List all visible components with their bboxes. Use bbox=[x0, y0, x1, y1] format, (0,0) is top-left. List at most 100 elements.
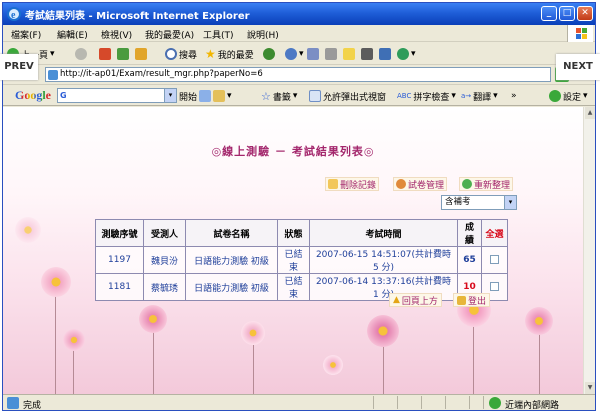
select-all-link[interactable]: 全選 bbox=[481, 219, 508, 247]
research-icon bbox=[397, 48, 409, 60]
media-button[interactable] bbox=[263, 46, 275, 62]
messenger-button[interactable] bbox=[379, 46, 391, 62]
table-row: 1197 魏貝汾 日語能力測驗 初級 已結束 2007-06-15 14:51:… bbox=[95, 246, 508, 274]
google-settings-button[interactable]: 設定 ▾ bbox=[549, 88, 588, 104]
menu-favorites[interactable]: 我的最愛(A) bbox=[145, 28, 194, 41]
delete-records-button[interactable]: 刪除記錄 bbox=[325, 177, 380, 191]
reorganize-button[interactable]: 重新整理 bbox=[459, 177, 514, 191]
mail-button[interactable] bbox=[307, 46, 319, 62]
scroll-up-icon[interactable]: ▲ bbox=[585, 107, 595, 119]
status-text: 完成 bbox=[23, 401, 42, 411]
spellcheck-icon: ABC bbox=[397, 92, 412, 100]
ie-logo-icon: e bbox=[7, 7, 21, 21]
page-icon bbox=[48, 70, 58, 80]
flower-decoration bbox=[323, 355, 343, 375]
logout-button[interactable]: 登出 bbox=[453, 293, 491, 307]
row-checkbox[interactable] bbox=[490, 255, 499, 264]
page-done-icon bbox=[7, 397, 19, 409]
scroll-down-icon[interactable]: ▼ bbox=[585, 382, 595, 394]
chevron-down-icon: ▾ bbox=[493, 91, 498, 101]
col-header-time: 考試時間 bbox=[309, 219, 458, 247]
flower-decoration bbox=[41, 267, 71, 297]
refresh-button[interactable] bbox=[117, 46, 129, 62]
score-cell: 65 bbox=[457, 246, 482, 274]
back-to-top-button[interactable]: ▲ 回頁上方 bbox=[389, 293, 442, 307]
exam-time-cell: 2007-06-15 14:51:07(共計費時 5 分) bbox=[309, 246, 458, 274]
security-zone-text: 近端內部網路 bbox=[505, 401, 560, 411]
paper-name-cell[interactable]: 日語能力測驗 初級 bbox=[185, 246, 278, 274]
search-button[interactable]: 搜尋 bbox=[165, 46, 197, 62]
delete-icon bbox=[328, 179, 338, 189]
more-button[interactable]: » bbox=[511, 88, 517, 104]
table-header-row: 測驗序號 受測人 試卷名稱 狀態 考試時間 成績 全選 bbox=[95, 219, 508, 247]
discuss-button[interactable] bbox=[361, 46, 373, 62]
status-bar: 完成 近端內部網路 bbox=[3, 394, 595, 410]
flower-decoration bbox=[241, 321, 265, 345]
row-checkbox[interactable] bbox=[490, 282, 499, 291]
flower-decoration bbox=[525, 307, 553, 335]
status-divider bbox=[445, 396, 446, 409]
examinee-cell[interactable]: 蔡毓琇 bbox=[143, 273, 186, 301]
mail-icon bbox=[307, 48, 319, 60]
vertical-scrollbar[interactable]: ▲ ▼ bbox=[583, 107, 595, 394]
more-label: » bbox=[511, 91, 517, 101]
menu-edit[interactable]: 編輯(E) bbox=[57, 28, 88, 41]
menu-file[interactable]: 檔案(F) bbox=[11, 28, 41, 41]
minimize-button[interactable]: _ bbox=[541, 6, 557, 21]
google-start-label: 開始 bbox=[179, 92, 198, 103]
browser-window: e 考試結果列表 - Microsoft Internet Explorer _… bbox=[2, 2, 596, 411]
next-button[interactable]: NEXT bbox=[556, 54, 600, 80]
edit-icon bbox=[343, 48, 355, 60]
stop-button[interactable] bbox=[99, 46, 111, 62]
chevron-down-icon: ▾ bbox=[451, 91, 456, 101]
chevron-down-icon[interactable]: ▾ bbox=[164, 89, 176, 102]
close-button[interactable]: ✕ bbox=[577, 6, 593, 21]
translate-button[interactable]: a→ 翻譯 ▾ bbox=[461, 88, 498, 104]
popup-label: 允許彈出式視窗 bbox=[323, 92, 387, 103]
status-divider bbox=[421, 396, 422, 409]
chevron-down-icon: ▾ bbox=[227, 91, 232, 101]
google-search-input[interactable]: G ▾ bbox=[57, 88, 177, 103]
maximize-button[interactable]: □ bbox=[559, 6, 575, 21]
chevron-down-icon: ▾ bbox=[299, 49, 304, 59]
forward-button[interactable] bbox=[75, 46, 87, 62]
examinee-cell[interactable]: 魏貝汾 bbox=[143, 246, 186, 274]
up-arrow-icon: ▲ bbox=[393, 295, 400, 305]
menu-view[interactable]: 檢視(V) bbox=[101, 28, 132, 41]
menu-tools[interactable]: 工具(T) bbox=[203, 28, 234, 41]
menu-help[interactable]: 說明(H) bbox=[247, 28, 279, 41]
col-header-score: 成績 bbox=[457, 219, 482, 247]
google-start-button[interactable]: 開始 ▾ bbox=[179, 88, 232, 104]
chevron-down-icon[interactable]: ▾ bbox=[504, 196, 516, 209]
menu-bar: 檔案(F) 編輯(E) 檢視(V) 我的最愛(A) 工具(T) 說明(H) bbox=[3, 25, 595, 42]
prev-button[interactable]: PREV bbox=[0, 54, 38, 80]
filter-select[interactable]: 含補考 ▾ bbox=[441, 195, 517, 210]
result-table: 測驗序號 受測人 試卷名稱 狀態 考試時間 成績 全選 1197 魏貝汾 日語能… bbox=[95, 219, 508, 301]
home-button[interactable] bbox=[135, 46, 147, 62]
favorites-button[interactable]: ★ 我的最愛 bbox=[205, 46, 254, 62]
google-bookmarks-label: 書籤 bbox=[272, 92, 291, 103]
history-button[interactable]: ▾ bbox=[285, 46, 304, 62]
settings-label: 設定 bbox=[563, 92, 582, 103]
google-logo-text: Google bbox=[15, 88, 51, 102]
print-button[interactable] bbox=[325, 46, 337, 62]
spellcheck-button[interactable]: ABC 拼字檢查 ▾ bbox=[397, 88, 456, 104]
paper-name-cell[interactable]: 日語能力測驗 初級 bbox=[185, 273, 278, 301]
edit-button[interactable] bbox=[343, 46, 355, 62]
status-divider bbox=[397, 396, 398, 409]
table-row: 1181 蔡毓琇 日語能力測驗 初級 已結束 2007-06-14 13:37:… bbox=[95, 273, 508, 301]
manage-icon bbox=[396, 179, 406, 189]
address-input[interactable]: http://it-ap01/Exam/result_mgr.php?paper… bbox=[45, 67, 551, 82]
google-bookmarks-button[interactable]: ☆ 書籤 ▾ bbox=[261, 88, 297, 104]
exam-id-cell[interactable]: 1181 bbox=[95, 273, 144, 301]
exam-id-cell[interactable]: 1197 bbox=[95, 246, 144, 274]
popup-blocker-button[interactable]: 允許彈出式視窗 bbox=[309, 88, 386, 104]
paper-manage-button[interactable]: 試卷管理 bbox=[393, 177, 448, 191]
messenger-icon bbox=[379, 48, 391, 60]
settings-icon bbox=[549, 90, 561, 102]
translate-icon: a→ bbox=[461, 92, 472, 100]
page-content: ◎線上測驗 － 考試結果列表◎ 刪除記錄 試卷管理 重新整理 含補考 ▾ 測驗序… bbox=[3, 107, 583, 394]
google-search-prefix: G bbox=[60, 91, 67, 100]
research-button[interactable]: ▾ bbox=[397, 46, 416, 62]
windows-flag-icon bbox=[567, 25, 593, 42]
